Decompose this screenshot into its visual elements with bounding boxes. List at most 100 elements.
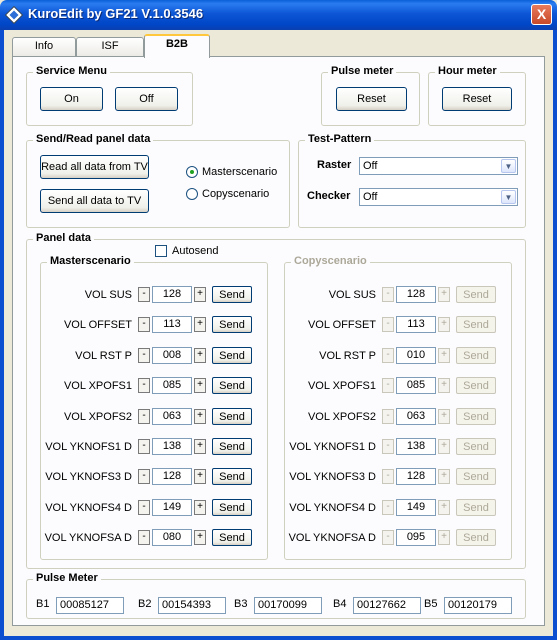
increment-button[interactable]: + (194, 348, 206, 363)
scenario-param-label: VOL YKNOFS1 D (289, 441, 376, 453)
scenario-param-label: VOL YKNOFS4 D (289, 502, 376, 514)
raster-select[interactable]: Off ▼ (359, 157, 518, 175)
scenario-param-value[interactable]: 080 (152, 529, 192, 546)
pulse-block-value: 00085127 (56, 597, 124, 614)
pulse-block-value: 00127662 (353, 597, 421, 614)
increment-button[interactable]: + (194, 500, 206, 515)
decrement-button[interactable]: - (138, 439, 150, 454)
scenario-param-label: VOL SUS (84, 289, 132, 301)
close-button[interactable]: X (531, 4, 552, 25)
copyscenario-title: Copyscenario (291, 255, 370, 267)
decrement-button[interactable]: - (138, 469, 150, 484)
scenario-param-value[interactable]: 149 (152, 499, 192, 516)
autosend-checkbox[interactable] (155, 245, 167, 257)
pulse-block-label: B5 (424, 598, 438, 610)
send-param-button: Send (456, 499, 496, 516)
panel-data-title: Panel data (33, 232, 95, 244)
send-param-button: Send (456, 529, 496, 546)
send-param-button: Send (456, 347, 496, 364)
tab-info[interactable]: Info (12, 37, 76, 56)
decrement-button: - (382, 439, 394, 454)
send-param-button: Send (456, 286, 496, 303)
scenario-param-label: VOL OFFSET (307, 319, 376, 331)
send-param-button[interactable]: Send (212, 468, 252, 485)
send-param-button[interactable]: Send (212, 316, 252, 333)
scenario-param-label: VOL OFFSET (63, 319, 132, 331)
test-pattern-title: Test-Pattern (305, 133, 375, 145)
increment-button: + (438, 500, 450, 515)
scenario-param-label: VOL XPOFS2 (307, 411, 376, 423)
increment-button: + (438, 348, 450, 363)
send-param-button: Send (456, 408, 496, 425)
send-param-button[interactable]: Send (212, 286, 252, 303)
decrement-button: - (382, 287, 394, 302)
checker-label: Checker (307, 190, 351, 202)
increment-button[interactable]: + (194, 439, 206, 454)
service-menu-title: Service Menu (33, 65, 110, 77)
pulse-meter-title: Pulse Meter (33, 572, 101, 584)
decrement-button[interactable]: - (138, 287, 150, 302)
tab-b2b[interactable]: B2B (144, 34, 210, 58)
decrement-button: - (382, 500, 394, 515)
checker-select[interactable]: Off ▼ (359, 188, 518, 206)
service-on-button[interactable]: On (40, 87, 103, 111)
decrement-button[interactable]: - (138, 378, 150, 393)
copyscenario-radio[interactable] (186, 188, 198, 200)
pulse-meter-reset-title: Pulse meter (328, 65, 397, 77)
window-title: KuroEdit by GF21 V.1.0.3546 (28, 6, 204, 21)
decrement-button[interactable]: - (138, 500, 150, 515)
masterscenario-radio[interactable] (186, 166, 198, 178)
scenario-param-value: 010 (396, 347, 436, 364)
scenario-param-label: VOL YKNOFSA D (44, 532, 132, 544)
scenario-param-label: VOL YKNOFS1 D (45, 441, 132, 453)
increment-button[interactable]: + (194, 317, 206, 332)
scenario-param-value[interactable]: 008 (152, 347, 192, 364)
tab-isf[interactable]: ISF (76, 37, 144, 56)
increment-button[interactable]: + (194, 287, 206, 302)
send-param-button[interactable]: Send (212, 347, 252, 364)
chevron-down-icon[interactable]: ▼ (501, 190, 516, 204)
send-param-button[interactable]: Send (212, 377, 252, 394)
send-all-data-button[interactable]: Send all data to TV (40, 189, 149, 213)
scenario-param-label: VOL YKNOFS4 D (45, 502, 132, 514)
scenario-param-value: 138 (396, 438, 436, 455)
increment-button: + (438, 530, 450, 545)
send-param-button: Send (456, 377, 496, 394)
increment-button: + (438, 439, 450, 454)
scenario-param-value[interactable]: 085 (152, 377, 192, 394)
scenario-param-value[interactable]: 138 (152, 438, 192, 455)
app-icon (4, 5, 24, 25)
scenario-param-value: 113 (396, 316, 436, 333)
decrement-button: - (382, 409, 394, 424)
pulse-block-label: B2 (138, 598, 152, 610)
scenario-param-label: VOL RST P (75, 350, 132, 362)
scenario-param-value[interactable]: 128 (152, 286, 192, 303)
read-all-data-button[interactable]: Read all data from TV (40, 155, 149, 179)
increment-button[interactable]: + (194, 378, 206, 393)
increment-button[interactable]: + (194, 530, 206, 545)
scenario-param-label: VOL SUS (328, 289, 376, 301)
scenario-param-value: 095 (396, 529, 436, 546)
decrement-button[interactable]: - (138, 530, 150, 545)
send-param-button[interactable]: Send (212, 408, 252, 425)
increment-button[interactable]: + (194, 469, 206, 484)
chevron-down-icon[interactable]: ▼ (501, 159, 516, 173)
send-param-button[interactable]: Send (212, 529, 252, 546)
send-param-button[interactable]: Send (212, 438, 252, 455)
title-bar: KuroEdit by GF21 V.1.0.3546 X (0, 0, 557, 30)
scenario-param-value[interactable]: 063 (152, 408, 192, 425)
decrement-button[interactable]: - (138, 348, 150, 363)
service-off-button[interactable]: Off (115, 87, 178, 111)
scenario-param-label: VOL YKNOFS3 D (45, 471, 132, 483)
copyscenario-radio-label: Copyscenario (202, 188, 270, 200)
pulse-meter-reset-button[interactable]: Reset (336, 87, 407, 111)
raster-select-value: Off (363, 160, 378, 172)
hour-meter-reset-button[interactable]: Reset (442, 87, 512, 111)
decrement-button[interactable]: - (138, 409, 150, 424)
decrement-button[interactable]: - (138, 317, 150, 332)
send-param-button[interactable]: Send (212, 499, 252, 516)
increment-button[interactable]: + (194, 409, 206, 424)
scenario-param-value[interactable]: 113 (152, 316, 192, 333)
scenario-param-value[interactable]: 128 (152, 468, 192, 485)
window-frame-left (0, 30, 4, 640)
